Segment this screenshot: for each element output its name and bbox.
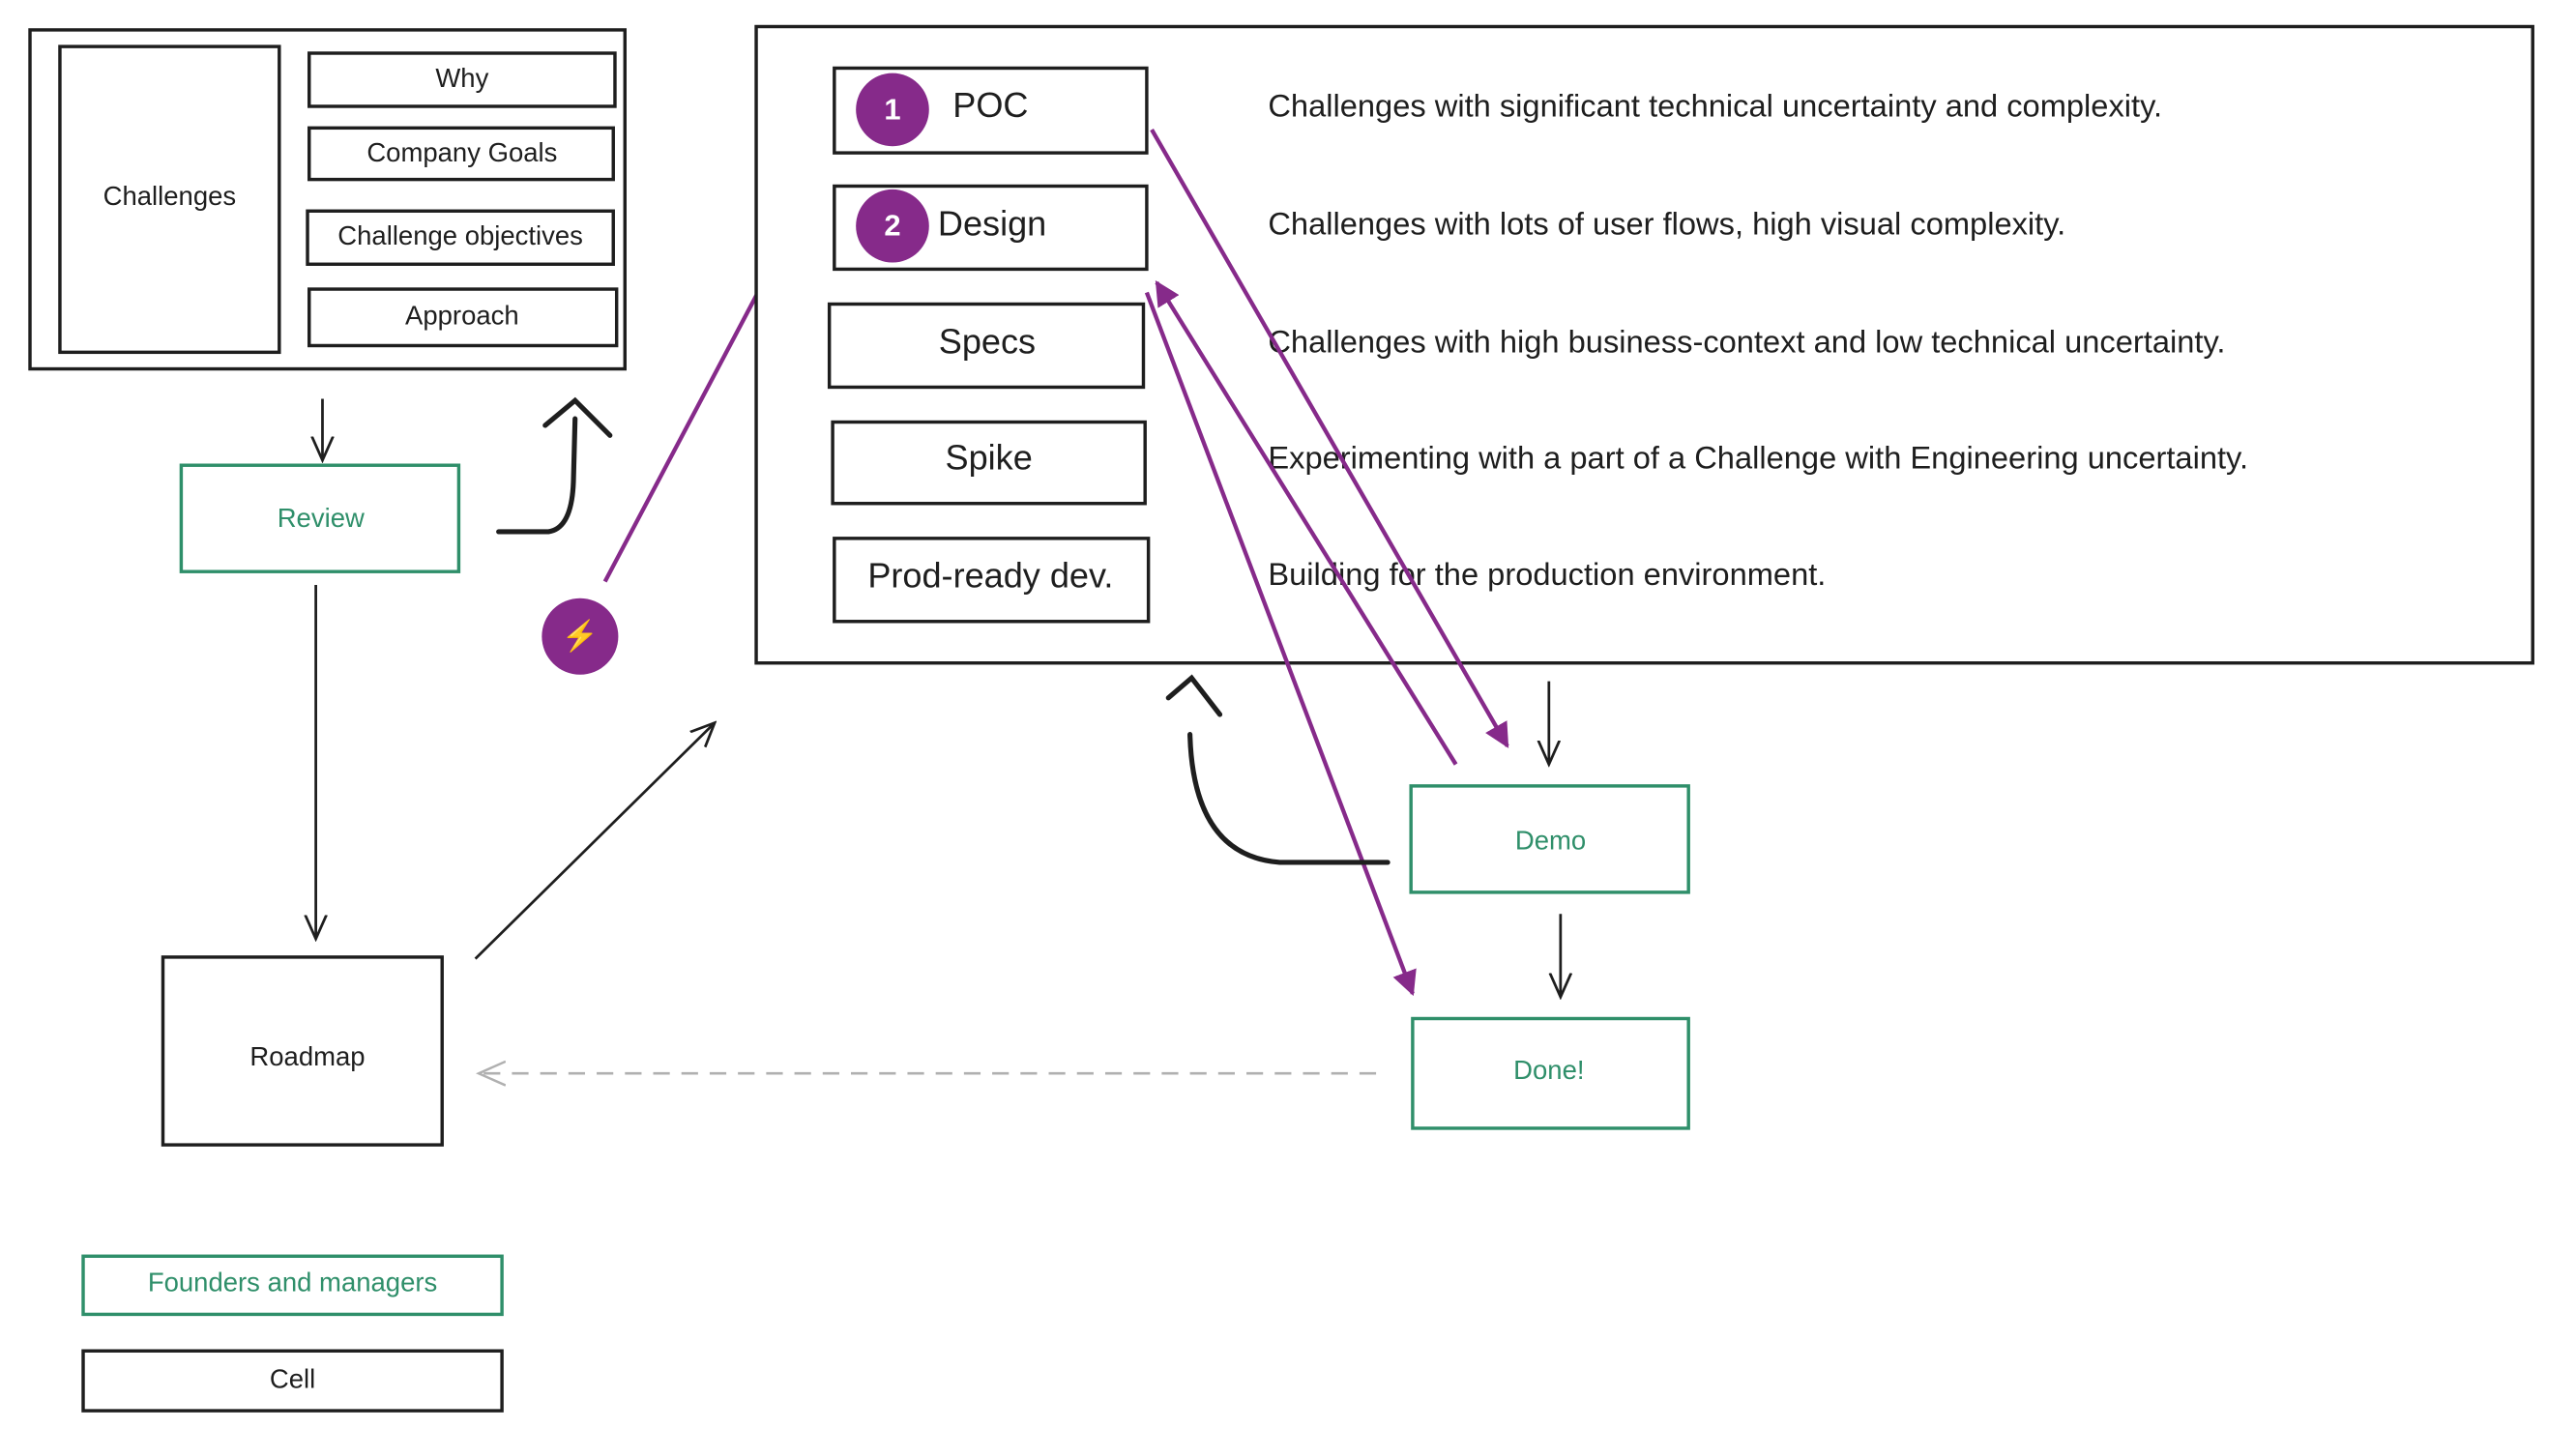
type-spike-label: Spike	[946, 438, 1033, 478]
challenges-group: Challenges Why Company Goals Challenge o…	[28, 28, 627, 371]
challenge-objectives-label: Challenge objectives	[337, 220, 583, 250]
type-prod-ready-description: Building for the production environment.	[1268, 556, 1826, 592]
type-specs-description: Challenges with high business-context an…	[1268, 323, 2225, 359]
caret-up-icon	[542, 396, 613, 438]
type-design-description: Challenges with lots of user flows, high…	[1268, 205, 2065, 241]
roadmap-label: Roadmap	[249, 1041, 365, 1071]
type-poc-label: POC	[952, 85, 1028, 125]
approach-label: Approach	[405, 301, 519, 331]
lightning-bolt-icon: ⚡	[562, 618, 600, 654]
why-label: Why	[435, 63, 488, 93]
type-prod-ready-label: Prod-ready dev.	[867, 556, 1113, 596]
arrow-roadmap-to-types	[474, 723, 715, 960]
review-label: Review	[278, 503, 365, 533]
legend-founders-label: Founders and managers	[148, 1268, 437, 1298]
type-specs-label: Specs	[939, 321, 1036, 361]
curve-review-to-challenges	[496, 416, 578, 535]
legend-cell-label: Cell	[270, 1363, 315, 1393]
caret-up-icon	[1165, 674, 1223, 717]
type-poc-description: Challenges with significant technical un…	[1268, 87, 2162, 123]
challenges-label: Challenges	[103, 181, 237, 211]
type-spike-description: Experimenting with a part of a Challenge…	[1268, 440, 2248, 476]
company-goals-label: Company Goals	[366, 137, 557, 167]
type-design-label: Design	[938, 203, 1046, 243]
done-label: Done!	[1513, 1055, 1584, 1085]
demo-label: Demo	[1515, 826, 1586, 856]
step-badge-1-label: 1	[884, 92, 900, 126]
curve-demo-to-types	[1187, 732, 1390, 865]
step-badge-2-label: 2	[884, 209, 900, 243]
diagram-canvas: Challenges Why Company Goals Challenge o…	[28, 24, 2534, 1413]
